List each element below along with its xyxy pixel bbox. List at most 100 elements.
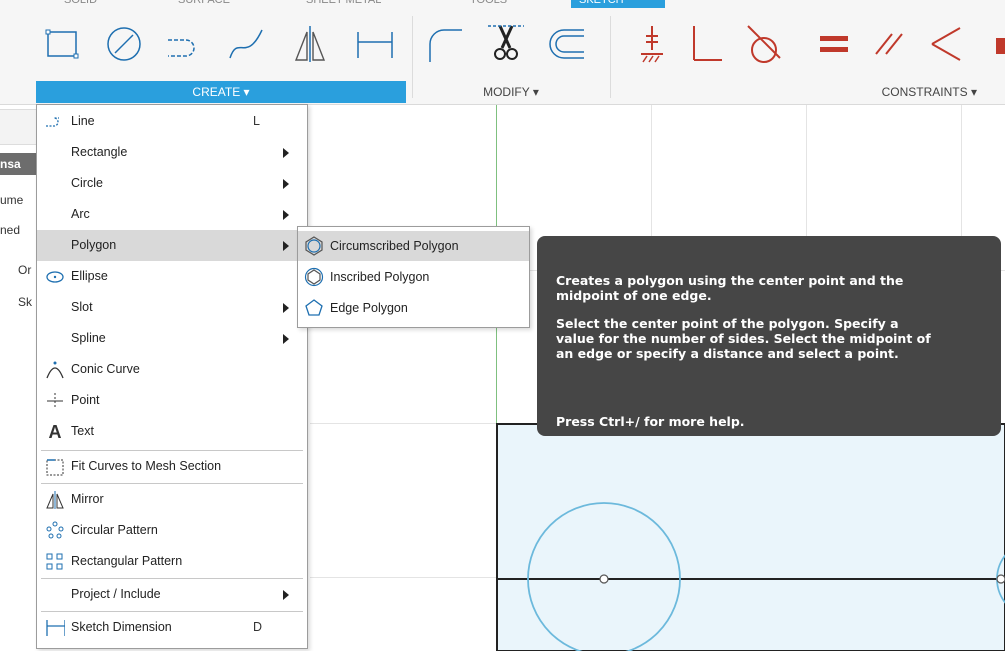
menu-item-arc[interactable]: Arc [37,199,307,230]
sketch-point [599,574,609,584]
coincident-constraint-icon[interactable] [926,18,966,70]
edge-polygon-icon [304,298,324,318]
fit-curves-icon [45,457,65,477]
perpendicular-constraint-icon[interactable] [686,18,726,70]
fix-constraint-icon[interactable] [632,18,672,70]
menu-item-slot[interactable]: Slot [37,292,307,323]
submenu-arrow-icon [283,590,289,600]
tab-solid[interactable]: SOLID [64,0,97,8]
tooltip-text: value for the number of sides. Select th… [556,331,931,346]
offset-tool-icon[interactable] [546,18,586,70]
line-icon [45,112,65,132]
submenu-item-edge-polygon[interactable]: Edge Polygon [298,293,529,323]
menu-item-rectangular-pattern[interactable]: Rectangular Pattern [37,546,307,577]
menu-item-label: Arc [71,207,90,221]
browser-panel: nsa ume ned Or Sk [0,105,37,651]
tooltip-text: an edge or specify a distance and select… [556,346,899,361]
submenu-arrow-icon [283,210,289,220]
menu-item-ellipse[interactable]: Ellipse [37,261,307,292]
modify-group-dropdown[interactable]: MODIFY ▾ [414,81,608,103]
workspace-tabs: SOLID SURFACE SHEET METAL TOOLS SKETCH [0,0,1005,10]
menu-item-label: Fit Curves to Mesh Section [71,459,222,473]
menu-item-label: Conic Curve [71,362,140,376]
menu-item-circular-pattern[interactable]: Circular Pattern [37,515,307,546]
tab-sketch[interactable]: SKETCH [571,0,665,8]
menu-item-label: Mirror [71,492,104,506]
create-dropdown-menu: Line L Rectangle Circle Arc Polygon Elli… [36,104,308,649]
toolbar-separator [610,16,611,98]
submenu-arrow-icon [283,179,289,189]
create-group-dropdown[interactable]: CREATE ▾ [36,81,406,103]
menu-item-label: Rectangular Pattern [71,554,183,568]
menu-item-conic-curve[interactable]: Conic Curve [37,354,307,385]
menu-item-mirror[interactable]: Mirror [37,484,307,515]
submenu-item-inscribed-polygon[interactable]: Inscribed Polygon [298,262,529,292]
menu-item-label: Project / Include [71,587,161,601]
mirror-tool-icon[interactable] [290,18,330,70]
menu-item-label: Point [71,393,100,407]
point-icon [45,391,65,411]
submenu-item-label: Edge Polygon [330,301,408,315]
menu-item-point[interactable]: Point [37,385,307,416]
circular-pattern-icon [45,521,65,541]
submenu-arrow-icon [283,303,289,313]
tangent-constraint-icon[interactable] [744,18,784,70]
menu-item-label: Circle [71,176,103,190]
menu-item-fit-curves[interactable]: Fit Curves to Mesh Section [37,451,307,482]
trim-scissors-icon[interactable] [486,18,526,70]
lock-constraint-icon[interactable] [976,18,1005,70]
parallel-constraint-icon[interactable] [870,18,910,70]
circumscribed-polygon-icon [304,236,324,256]
constraints-group-dropdown[interactable]: CONSTRAINTS ▾ [612,81,1005,103]
tab-sheet-metal[interactable]: SHEET METAL [306,0,381,8]
menu-item-project-include[interactable]: Project / Include [37,579,307,610]
menu-item-sketch-dimension[interactable]: Sketch Dimension D [37,612,307,643]
panel-item[interactable]: ned [0,223,20,237]
menu-item-circle[interactable]: Circle [37,168,307,199]
submenu-arrow-icon [283,334,289,344]
tab-surface[interactable]: SURFACE [178,0,230,8]
menu-item-polygon[interactable]: Polygon [37,230,307,261]
submenu-item-label: Inscribed Polygon [330,270,430,284]
circle-tool-icon[interactable] [104,18,144,70]
sketch-toolbar: SOLID SURFACE SHEET METAL TOOLS SKETCH C… [0,0,1005,105]
shortcut-label: L [253,114,260,128]
panel-header [0,109,37,145]
submenu-item-label: Circumscribed Polygon [330,239,459,253]
equal-constraint-icon[interactable] [814,18,854,70]
tooltip-text: Creates a polygon using the center point… [556,273,904,288]
line-tool-icon[interactable] [164,18,204,70]
submenu-arrow-icon [283,148,289,158]
sketch-dimension-icon [45,618,65,638]
sketch-profile-region [496,423,1005,651]
tab-tools[interactable]: TOOLS [470,0,507,8]
command-tooltip: Creates a polygon using the center point… [537,236,1001,436]
menu-item-spline[interactable]: Spline [37,323,307,354]
menu-item-label: Text [71,424,94,438]
submenu-arrow-icon [283,241,289,251]
menu-item-label: Polygon [71,238,117,252]
panel-item[interactable]: ume [0,193,23,207]
tooltip-help-text: Press Ctrl+/ for more help. [556,414,745,429]
submenu-item-circumscribed-polygon[interactable]: Circumscribed Polygon [298,231,529,261]
menu-item-rectangle[interactable]: Rectangle [37,137,307,168]
dimension-tool-icon[interactable] [354,18,394,70]
menu-item-label: Sketch Dimension [71,620,172,634]
menu-item-label: Circular Pattern [71,523,158,537]
spline-tool-icon[interactable] [226,18,266,70]
ellipse-icon [45,267,65,287]
menu-item-text[interactable]: A Text [37,416,307,447]
tooltip-text: midpoint of one edge. [556,288,712,303]
text-icon: A [48,421,62,442]
menu-item-label: Slot [71,300,93,314]
menu-item-label: Ellipse [71,269,108,283]
sketch-point [996,574,1005,584]
shortcut-label: D [253,620,263,634]
panel-item[interactable]: Or [18,263,31,277]
rectangle-tool-icon[interactable] [42,18,82,70]
panel-item[interactable]: Sk [18,295,32,309]
tooltip-text: Select the center point of the polygon. … [556,316,899,331]
fillet-tool-icon[interactable] [424,18,464,70]
menu-item-line[interactable]: Line L [37,106,307,137]
menu-item-label: Spline [71,331,106,345]
